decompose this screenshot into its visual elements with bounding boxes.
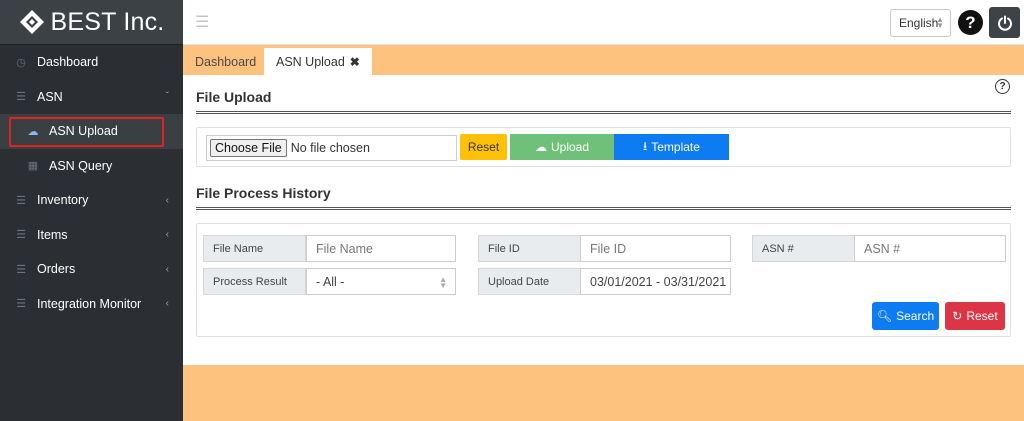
grid-icon: ▦ <box>27 160 39 173</box>
button-label: Upload <box>550 140 590 154</box>
select-arrows-icon: ▲ ▼ <box>439 275 447 290</box>
help-icon: ? <box>965 12 976 32</box>
sidebar-item-label: ASN Upload <box>49 124 118 139</box>
file-input[interactable]: Choose File No file chosen <box>206 135 457 161</box>
divider <box>196 111 1011 114</box>
sidebar-item-asn-query[interactable]: ▦ ASN Query <box>0 149 183 184</box>
refresh-icon: ↻ <box>952 309 963 323</box>
sidebar-item-label: Integration Monitor <box>37 296 142 311</box>
upload-panel: Choose File No file chosen Reset ☁ Uploa… <box>196 127 1011 167</box>
process-result-select[interactable]: - All - ▲ ▼ <box>306 268 456 295</box>
sidebar-item-label: Items <box>37 227 68 242</box>
no-file-text: No file chosen <box>290 141 370 155</box>
chevron-left-icon: ‹ <box>165 229 169 241</box>
tab-bar: Dashboard ASN Upload ✖ <box>183 45 1024 75</box>
divider <box>196 207 1011 210</box>
process-result-value: - All - <box>316 274 345 289</box>
file-id-input[interactable]: File ID <box>580 235 731 262</box>
file-name-label: File Name <box>203 235 306 262</box>
sidebar-item-integration-monitor[interactable]: ☰ Integration Monitor ‹ <box>0 287 183 322</box>
history-filter-panel: File Name File Name File ID File ID ASN … <box>196 223 1011 337</box>
sidebar-item-asn-upload[interactable]: ☁ ASN Upload <box>0 114 183 149</box>
button-label: Search <box>896 309 935 323</box>
question-circle-icon[interactable]: ? <box>995 79 1010 94</box>
search-button[interactable]: 🔍︎ Search <box>872 302 939 330</box>
sidebar-item-label: ASN Query <box>49 158 113 173</box>
upload-reset-button[interactable]: Reset <box>460 134 507 160</box>
brand[interactable]: BEST Inc. <box>0 0 183 45</box>
asn-number-input[interactable]: ASN # <box>854 235 1006 262</box>
sidebar-item-label: ASN <box>37 89 63 104</box>
sidebar-item-orders[interactable]: ☰ Orders ‹ <box>0 252 183 287</box>
select-arrows-icon: ▲ ▼ <box>936 15 944 30</box>
choose-file-button[interactable]: Choose File <box>210 139 287 157</box>
button-label: Template <box>651 140 700 154</box>
dashboard-icon: ◷ <box>16 56 26 69</box>
cloud-upload-icon: ☁ <box>27 125 39 138</box>
tab-dashboard[interactable]: Dashboard <box>183 48 268 75</box>
list-icon: ☰ <box>16 298 26 311</box>
tab-label: ASN Upload <box>276 54 345 69</box>
tab-asn-upload[interactable]: ASN Upload ✖ <box>264 48 372 75</box>
sidebar-item-label: Inventory <box>37 193 89 208</box>
asn-number-label: ASN # <box>752 235 855 262</box>
brand-name: BEST Inc. <box>50 7 165 36</box>
upload-date-label: Upload Date <box>478 268 581 295</box>
list-icon: ☰ <box>16 91 26 104</box>
list-icon: ☰ <box>16 194 26 207</box>
file-upload-title: File Upload <box>196 89 272 105</box>
sidebar-item-label: Dashboard <box>37 55 99 70</box>
button-label: Reset <box>966 309 998 323</box>
button-label: Reset <box>467 140 500 154</box>
process-result-label: Process Result <box>203 268 306 295</box>
help-button[interactable]: ? <box>958 10 983 35</box>
chevron-left-icon: ‹ <box>165 263 169 275</box>
close-icon[interactable]: ✖ <box>350 55 360 69</box>
main-content: ? File Upload Choose File No file chosen… <box>183 75 1024 365</box>
sidebar-item-dashboard[interactable]: ◷ Dashboard <box>0 45 183 80</box>
sidebar-item-asn[interactable]: ☰ ASN ˇ <box>0 80 183 115</box>
list-icon: ☰ <box>16 229 26 242</box>
sidebar: BEST Inc. ◷ Dashboard ☰ ASN ˇ ☁ ASN Uplo… <box>0 0 183 421</box>
chevron-left-icon: ‹ <box>165 194 169 206</box>
sidebar-item-items[interactable]: ☰ Items ‹ <box>0 218 183 253</box>
logout-button[interactable] <box>989 7 1020 38</box>
list-icon: ☰ <box>16 263 26 276</box>
chevron-left-icon: ‹ <box>165 298 169 310</box>
tab-label: Dashboard <box>195 54 257 69</box>
menu-toggle-icon[interactable]: ☰ <box>195 12 209 32</box>
chevron-down-icon: ˇ <box>165 91 169 103</box>
sidebar-item-label: Orders <box>37 262 76 277</box>
cloud-upload-icon: ☁ <box>534 140 547 154</box>
upload-date-range-input[interactable]: 03/01/2021 - 03/31/2021 <box>580 268 731 295</box>
file-process-history-title: File Process History <box>196 185 331 201</box>
power-icon <box>997 15 1012 31</box>
template-button[interactable]: ⭳ Template <box>614 134 729 160</box>
file-id-label: File ID <box>478 235 581 262</box>
top-bar: ☰ English ▲ ▼ ? <box>183 0 1024 45</box>
file-name-input[interactable]: File Name <box>306 235 456 262</box>
history-reset-button[interactable]: ↻ Reset <box>945 302 1005 330</box>
language-value: English <box>899 16 939 30</box>
best-logo-icon <box>19 10 44 34</box>
upload-button[interactable]: ☁ Upload <box>510 134 614 160</box>
language-select[interactable]: English ▲ ▼ <box>890 9 951 37</box>
download-icon: ⭳ <box>643 138 648 153</box>
search-icon: 🔍︎ <box>876 309 893 323</box>
sidebar-item-inventory[interactable]: ☰ Inventory ‹ <box>0 183 183 218</box>
